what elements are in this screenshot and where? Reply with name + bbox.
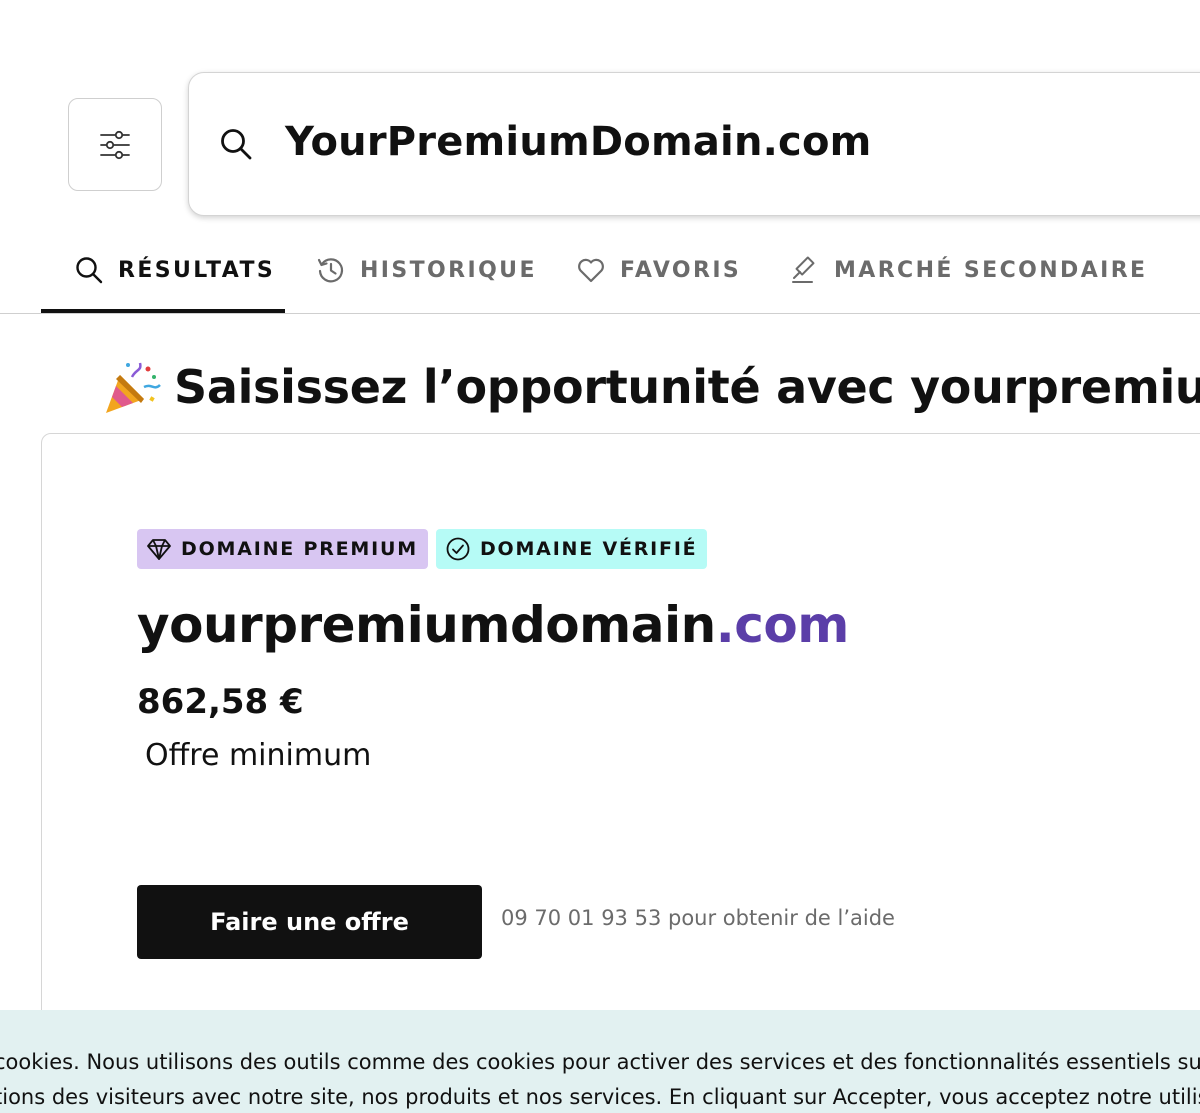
tab-marche-secondaire[interactable]: MARCHÉ SECONDAIRE: [790, 226, 1147, 314]
diamond-icon: [147, 539, 171, 560]
help-phone-text: 09 70 01 93 53 pour obtenir de l’aide: [501, 906, 895, 930]
domain-tld: .com: [715, 596, 850, 654]
active-tab-indicator: [41, 309, 285, 313]
history-icon: [317, 258, 344, 283]
tab-label: HISTORIQUE: [360, 257, 537, 283]
filter-button[interactable]: [68, 98, 162, 191]
cookie-text-line: tions des visiteurs avec notre site, nos…: [0, 1085, 1200, 1109]
badge-label: DOMAINE PREMIUM: [181, 538, 418, 560]
heart-icon: [578, 258, 604, 283]
party-popper-icon: [106, 362, 161, 413]
sliders-icon: [100, 130, 130, 159]
check-circle-icon: [446, 537, 470, 561]
search-icon: [76, 257, 103, 284]
cookie-text-line: cookies. Nous utilisons des outils comme…: [0, 1050, 1200, 1074]
tab-resultats[interactable]: RÉSULTATS: [74, 226, 275, 314]
badge-row: DOMAINE PREMIUM DOMAINE VÉRIFIÉ: [137, 529, 708, 569]
price-label: Offre minimum: [145, 738, 372, 773]
tab-label: MARCHÉ SECONDAIRE: [834, 257, 1148, 283]
tab-bar: RÉSULTATS HISTORIQUE FAVORIS MARCHÉ SECO…: [0, 226, 1200, 314]
headline-text: Saisissez l’opportunité avec yourpremium…: [174, 360, 1200, 414]
domain-price: 862,58 €: [137, 682, 304, 722]
tab-label: RÉSULTATS: [118, 257, 276, 283]
domain-sld: yourpremiumdomain: [137, 596, 716, 654]
page: YourPremiumDomain.com RÉSULTATS HISTORIQ…: [0, 0, 1200, 1113]
tab-favoris[interactable]: FAVORIS: [576, 226, 741, 314]
verified-badge: DOMAINE VÉRIFIÉ: [435, 529, 708, 569]
search-query: YourPremiumDomain.com: [285, 119, 872, 165]
tab-historique[interactable]: HISTORIQUE: [316, 226, 537, 314]
premium-badge: DOMAINE PREMIUM: [137, 529, 428, 569]
page-headline: Saisissez l’opportunité avec yourpremium…: [102, 352, 1200, 422]
search-icon: [221, 129, 252, 160]
domain-name: yourpremiumdomain.com: [137, 596, 849, 654]
tab-label: FAVORIS: [620, 257, 742, 283]
gavel-icon: [792, 256, 815, 283]
search-input[interactable]: YourPremiumDomain.com: [188, 72, 1200, 216]
badge-label: DOMAINE VÉRIFIÉ: [479, 538, 698, 560]
cookie-banner: cookies. Nous utilisons des outils comme…: [0, 1010, 1200, 1113]
make-offer-button[interactable]: Faire une offre: [137, 885, 482, 959]
